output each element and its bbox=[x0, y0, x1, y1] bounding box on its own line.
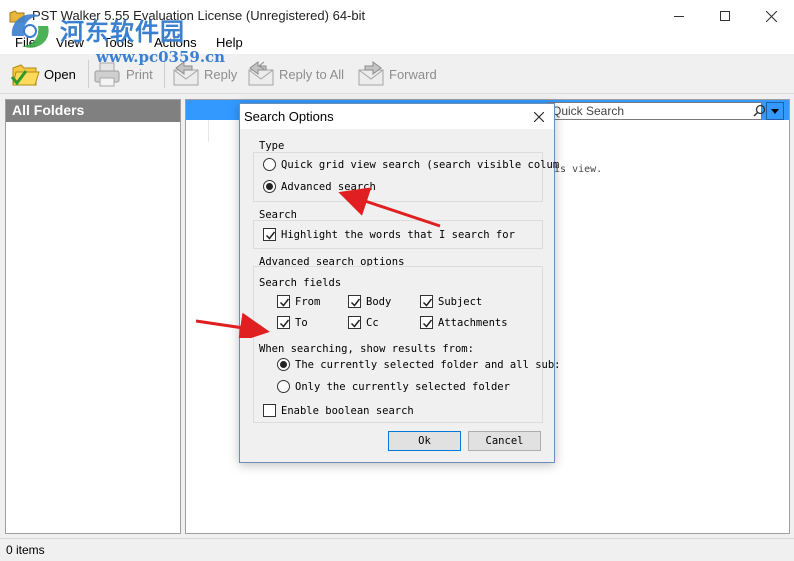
radio-button[interactable] bbox=[277, 380, 290, 393]
dialog-title: Search Options bbox=[244, 109, 334, 124]
app-icon bbox=[9, 10, 25, 23]
menu-actions[interactable]: Actions bbox=[154, 35, 197, 50]
checkbox[interactable] bbox=[263, 404, 276, 417]
folders-header: All Folders bbox=[6, 100, 180, 122]
search-fields-label: Search fields bbox=[259, 277, 342, 289]
menu-help[interactable]: Help bbox=[216, 35, 243, 50]
field-attachments-label: Attachments bbox=[438, 316, 508, 329]
open-button[interactable]: Open bbox=[10, 58, 76, 90]
results-folder-and-subfolders-label: The currently selected folder and all su… bbox=[295, 358, 561, 371]
results-folder-only-label: Only the currently selected folder bbox=[295, 380, 510, 393]
advanced-search-radio[interactable]: Advanced search bbox=[263, 180, 376, 193]
close-icon bbox=[765, 10, 777, 22]
menu-file[interactable]: File bbox=[15, 35, 36, 50]
chevron-down-icon bbox=[771, 108, 779, 114]
radio-button-selected[interactable] bbox=[263, 180, 276, 193]
reply-all-icon bbox=[248, 61, 274, 86]
reply-icon bbox=[173, 61, 199, 86]
menu-view[interactable]: View bbox=[56, 35, 84, 50]
enable-boolean-search-label: Enable boolean search bbox=[281, 404, 414, 417]
close-button[interactable] bbox=[748, 0, 794, 32]
results-folder-and-subfolders-radio[interactable]: The currently selected folder and all su… bbox=[277, 358, 561, 371]
field-cc-checkbox[interactable]: Cc bbox=[348, 316, 379, 329]
quick-grid-search-label: Quick grid view search (search visible c… bbox=[281, 158, 560, 171]
field-body-checkbox[interactable]: Body bbox=[348, 295, 391, 308]
checkmark-icon bbox=[422, 298, 433, 307]
status-item-count: 0 items bbox=[6, 543, 45, 557]
search-options-dialog: Search Options Type Quick grid view sear… bbox=[239, 103, 561, 463]
field-body-label: Body bbox=[366, 295, 392, 308]
radio-button[interactable] bbox=[263, 158, 276, 171]
field-to-label: To bbox=[295, 316, 308, 329]
field-from-checkbox[interactable]: From bbox=[277, 295, 320, 308]
field-cc-label: Cc bbox=[366, 316, 379, 329]
quick-search-dropdown-button[interactable] bbox=[766, 102, 784, 120]
field-subject-label: Subject bbox=[438, 295, 483, 308]
title-bar: PST Walker 5.55 Evaluation License (Unre… bbox=[0, 0, 794, 32]
checkbox[interactable] bbox=[277, 316, 290, 329]
window-title: PST Walker 5.55 Evaluation License (Unre… bbox=[32, 8, 366, 23]
checkmark-icon bbox=[265, 231, 276, 240]
ok-button[interactable]: Ok bbox=[388, 431, 461, 451]
reply-all-label: Reply to All bbox=[279, 66, 345, 82]
checkbox[interactable] bbox=[420, 295, 433, 308]
folders-pane: All Folders bbox=[5, 99, 181, 534]
checkmark-icon bbox=[350, 298, 361, 307]
dialog-title-bar: Search Options bbox=[240, 104, 554, 129]
cancel-button[interactable]: Cancel bbox=[468, 431, 541, 451]
maximize-button[interactable] bbox=[702, 0, 748, 32]
toolbar-separator bbox=[164, 60, 165, 88]
forward-button[interactable]: Forward bbox=[355, 58, 437, 90]
minimize-button[interactable] bbox=[656, 0, 702, 32]
grid-divider bbox=[208, 120, 209, 142]
open-label: Open bbox=[44, 66, 76, 82]
highlight-words-checkbox[interactable]: Highlight the words that I search for bbox=[263, 228, 515, 241]
quick-search-placeholder: Quick Search bbox=[552, 104, 625, 118]
field-to-checkbox[interactable]: To bbox=[277, 316, 308, 329]
field-subject-checkbox[interactable]: Subject bbox=[420, 295, 482, 308]
minimize-icon bbox=[674, 16, 684, 17]
forward-label: Forward bbox=[389, 66, 437, 82]
checkmark-icon bbox=[422, 319, 433, 328]
checkmark-icon bbox=[279, 319, 290, 328]
open-folder-icon bbox=[10, 64, 40, 86]
maximize-icon bbox=[720, 11, 730, 21]
results-from-label: When searching, show results from: bbox=[259, 343, 474, 355]
type-group-label: Type bbox=[259, 140, 285, 152]
advanced-search-label: Advanced search bbox=[281, 180, 376, 193]
checkbox[interactable] bbox=[348, 295, 361, 308]
quick-search-input[interactable]: Quick Search bbox=[547, 102, 762, 120]
radio-button-selected[interactable] bbox=[277, 358, 290, 371]
printer-icon bbox=[94, 62, 120, 87]
close-icon bbox=[534, 111, 544, 122]
field-from-label: From bbox=[295, 295, 321, 308]
status-bar: 0 items bbox=[0, 538, 794, 561]
reply-all-button[interactable]: Reply to All bbox=[245, 58, 344, 90]
results-folder-only-radio[interactable]: Only the currently selected folder bbox=[277, 380, 510, 393]
toolbar: Open Print Reply Reply to All Forward bbox=[0, 54, 794, 94]
enable-boolean-search-checkbox[interactable]: Enable boolean search bbox=[263, 404, 414, 417]
reply-label: Reply bbox=[204, 66, 238, 82]
checkmark-icon bbox=[279, 298, 290, 307]
checkbox[interactable] bbox=[277, 295, 290, 308]
highlight-words-label: Highlight the words that I search for bbox=[281, 228, 515, 241]
menu-bar: File View Tools Actions Help bbox=[0, 32, 794, 54]
checkbox[interactable] bbox=[348, 316, 361, 329]
menu-tools[interactable]: Tools bbox=[103, 35, 133, 50]
checkbox[interactable] bbox=[420, 316, 433, 329]
quick-grid-search-radio[interactable]: Quick grid view search (search visible c… bbox=[263, 158, 559, 171]
print-label: Print bbox=[126, 66, 153, 82]
search-icon[interactable] bbox=[753, 104, 766, 117]
toolbar-separator bbox=[88, 60, 89, 88]
checkmark-icon bbox=[350, 319, 361, 328]
field-attachments-checkbox[interactable]: Attachments bbox=[420, 316, 508, 329]
print-button[interactable]: Print bbox=[92, 58, 153, 90]
forward-icon bbox=[358, 61, 384, 86]
dialog-close-button[interactable] bbox=[524, 104, 554, 129]
checkbox[interactable] bbox=[263, 228, 276, 241]
reply-button[interactable]: Reply bbox=[170, 58, 237, 90]
